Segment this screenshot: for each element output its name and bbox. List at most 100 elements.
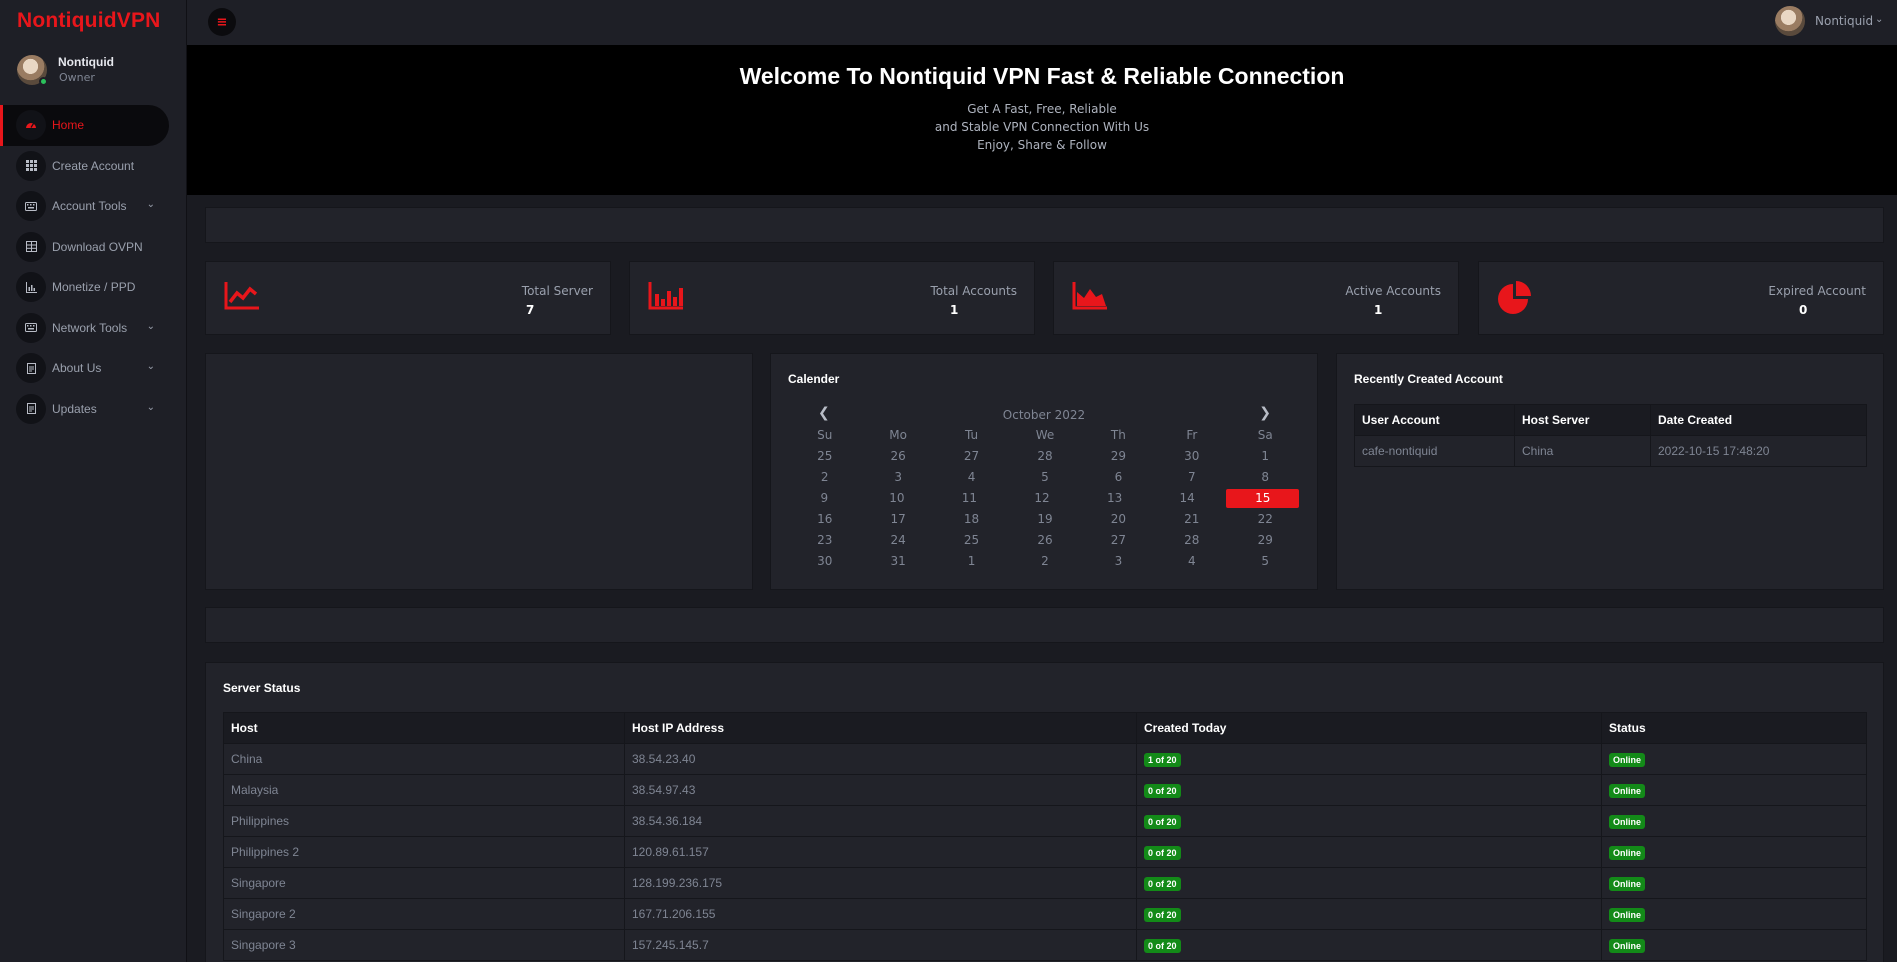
weekday-label: Tu: [964, 428, 979, 442]
calendar-day[interactable]: 3: [861, 467, 934, 488]
stat-value: 0: [1799, 303, 1808, 317]
sidebar-item-updates[interactable]: Updates ⌄: [0, 389, 187, 430]
table-cell: 128.199.236.175: [624, 867, 1137, 899]
recent-accounts-title: Recently Created Account: [1354, 372, 1503, 386]
table-row[interactable]: Singapore 2 167.71.206.155 0 of 20 Online: [223, 898, 1867, 930]
calendar-day[interactable]: 5: [1229, 551, 1302, 572]
calendar-day[interactable]: 25: [788, 446, 861, 467]
user-name[interactable]: Nontiquid: [1815, 14, 1873, 28]
sidebar-profile[interactable]: Nontiquid Owner: [17, 55, 182, 89]
column-header: Host Server: [1514, 404, 1651, 436]
calendar-day[interactable]: 20: [1082, 509, 1155, 530]
brand-logo[interactable]: NontiquidVPN: [17, 9, 161, 33]
sidebar-item-download-ovpn[interactable]: Download OVPN: [0, 227, 187, 268]
server-status-rows: China 38.54.23.40 1 of 20 Online Malaysia 38.…: [223, 743, 1867, 961]
calendar-day[interactable]: 22: [1229, 509, 1302, 530]
empty-banner: [205, 207, 1884, 243]
calendar-day[interactable]: 25: [935, 530, 1008, 551]
calendar-day[interactable]: 27: [935, 446, 1008, 467]
hamburger-menu-icon[interactable]: ≡: [208, 8, 236, 36]
table-cell: 0 of 20: [1136, 898, 1602, 930]
calendar-day-today[interactable]: 15: [1226, 489, 1300, 508]
calendar-day[interactable]: 10: [861, 488, 934, 509]
calendar-day[interactable]: 4: [935, 467, 1008, 488]
calendar-day[interactable]: 31: [861, 551, 934, 572]
calendar-day[interactable]: 3: [1082, 551, 1155, 572]
table-cell: Malaysia: [223, 774, 625, 806]
table-row[interactable]: Singapore 128.199.236.175 0 of 20 Online: [223, 867, 1867, 899]
calendar-day[interactable]: 29: [1082, 446, 1155, 467]
sidebar-item-label: Updates: [52, 401, 97, 416]
calendar-day[interactable]: 13: [1078, 488, 1151, 509]
table-row[interactable]: Philippines 38.54.36.184 0 of 20 Online: [223, 805, 1867, 837]
calendar-day[interactable]: 1: [1229, 446, 1302, 467]
calendar-day[interactable]: 2: [788, 467, 861, 488]
calendar-month[interactable]: October 2022: [771, 408, 1317, 422]
calendar-day[interactable]: 28: [1155, 530, 1228, 551]
sidebar-item-monetize[interactable]: Monetize / PPD: [0, 267, 187, 308]
chevron-down-icon[interactable]: ⌄: [147, 321, 155, 332]
table-cell: 0 of 20: [1136, 929, 1602, 961]
table-cell: 120.89.61.157: [624, 836, 1137, 868]
calendar-weekday-row: Su Mo Tu We Th Fr Sa: [788, 425, 1302, 446]
table-row[interactable]: Malaysia 38.54.97.43 0 of 20 Online: [223, 774, 1867, 806]
sidebar-item-label: Create Account: [52, 158, 135, 173]
created-today-badge: 0 of 20: [1144, 938, 1181, 953]
chevron-left-icon[interactable]: ❮: [818, 405, 830, 421]
chevron-right-icon[interactable]: ❯: [1259, 405, 1271, 421]
sidebar-item-home[interactable]: Home: [0, 105, 169, 146]
chevron-down-icon[interactable]: ⌄: [147, 199, 155, 210]
sidebar-item-create-account[interactable]: Create Account: [0, 146, 187, 187]
sidebar-item-account-tools[interactable]: Account Tools ⌄: [0, 186, 187, 227]
weekday-label: Su: [817, 428, 833, 442]
calendar-day[interactable]: 18: [935, 509, 1008, 530]
calendar-day[interactable]: 21: [1155, 509, 1228, 530]
calendar-day[interactable]: 4: [1155, 551, 1228, 572]
calendar-day[interactable]: 24: [861, 530, 934, 551]
welcome-banner: Welcome To Nontiquid VPN Fast & Reliable…: [187, 45, 1897, 195]
calendar-day[interactable]: 27: [1082, 530, 1155, 551]
user-avatar[interactable]: [1775, 6, 1805, 36]
calendar-day[interactable]: 5: [1008, 467, 1081, 488]
calendar-day[interactable]: 17: [861, 509, 934, 530]
table-row[interactable]: Philippines 2 120.89.61.157 0 of 20 Online: [223, 836, 1867, 868]
calendar-day[interactable]: 12: [1006, 488, 1079, 509]
chevron-down-icon[interactable]: ⌄: [147, 361, 155, 372]
calendar-day[interactable]: 11: [933, 488, 1006, 509]
sidebar-item-about-us[interactable]: About Us ⌄: [0, 348, 187, 389]
table-row[interactable]: cafe-nontiquid China 2022-10-15 17:48:20: [1354, 435, 1867, 467]
table-row[interactable]: China 38.54.23.40 1 of 20 Online: [223, 743, 1867, 775]
calendar-day[interactable]: 19: [1008, 509, 1081, 530]
calendar-day[interactable]: 26: [1008, 530, 1081, 551]
calendar-week-row: 2345678: [788, 467, 1302, 488]
calendar-day[interactable]: 29: [1229, 530, 1302, 551]
line-chart-icon: [224, 280, 260, 314]
calendar-day[interactable]: 30: [1155, 446, 1228, 467]
calendar-day[interactable]: 30: [788, 551, 861, 572]
bar-chart-icon: [648, 280, 684, 314]
calendar-day[interactable]: 1: [935, 551, 1008, 572]
calendar-title: Calender: [788, 372, 840, 386]
calendar-day[interactable]: 14: [1151, 488, 1224, 509]
calendar-day[interactable]: 7: [1155, 467, 1228, 488]
table-cell: Online: [1601, 836, 1867, 868]
calendar-day[interactable]: 2: [1008, 551, 1081, 572]
calendar-day[interactable]: 23: [788, 530, 861, 551]
table-cell: Philippines: [223, 805, 625, 837]
sidebar-item-network-tools[interactable]: Network Tools ⌄: [0, 308, 187, 349]
created-today-badge: 0 of 20: [1144, 845, 1181, 860]
calendar-day[interactable]: 6: [1082, 467, 1155, 488]
calendar-day[interactable]: 28: [1008, 446, 1081, 467]
calendar-day[interactable]: 9: [788, 488, 861, 509]
calendar-day[interactable]: 8: [1229, 467, 1302, 488]
calendar-week-row: 9 10 11 12 13 14 15: [788, 488, 1302, 509]
chevron-down-icon[interactable]: ⌄: [147, 402, 155, 413]
table-cell: China: [1514, 435, 1651, 467]
chevron-down-icon[interactable]: ⌄: [1875, 14, 1883, 25]
stat-value: 7: [526, 303, 535, 317]
calendar-day[interactable]: 16: [788, 509, 861, 530]
table-cell: 38.54.36.184: [624, 805, 1137, 837]
table-row[interactable]: Singapore 3 157.245.145.7 0 of 20 Online: [223, 929, 1867, 961]
calendar-day[interactable]: 26: [861, 446, 934, 467]
table-cell: Online: [1601, 774, 1867, 806]
